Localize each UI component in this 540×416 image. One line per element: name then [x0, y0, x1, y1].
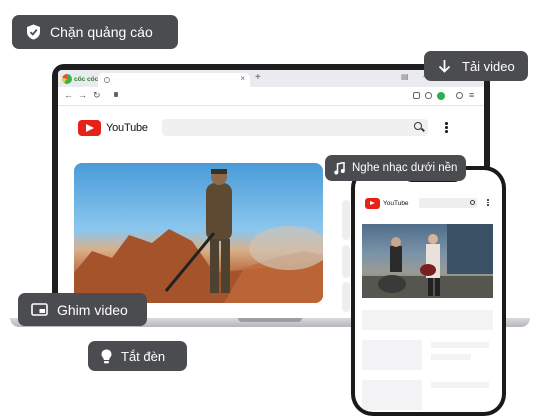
sidebar-card	[342, 200, 350, 240]
more-vertical-icon[interactable]	[487, 199, 489, 207]
content-placeholder	[431, 342, 489, 348]
youtube-play-icon	[78, 120, 101, 136]
youtube-logo[interactable]: YouTube	[78, 120, 148, 136]
lights-off-label: Tắt đèn	[121, 348, 166, 364]
browser-toolbar: ← → ↻ ≡	[58, 87, 484, 106]
lock-icon	[114, 92, 118, 97]
phone-youtube-logo[interactable]: YouTube	[365, 198, 409, 209]
address-bar[interactable]	[114, 91, 404, 101]
coccoc-logo-icon	[62, 74, 72, 84]
block-ads-badge[interactable]: Chặn quảng cáo	[12, 15, 178, 49]
content-placeholder	[362, 380, 422, 410]
adblock-shield-icon[interactable]	[425, 92, 432, 99]
laptop-base-notch	[238, 318, 302, 322]
brand-name: cốc cốc	[74, 75, 99, 83]
background-music-label: Nghe nhạc dưới nền	[352, 162, 458, 174]
reload-icon[interactable]: ↻	[93, 90, 101, 101]
youtube-play-icon	[365, 198, 380, 209]
picture-in-picture-icon	[31, 303, 48, 316]
forward-icon[interactable]: →	[78, 90, 87, 100]
lightbulb-icon	[101, 349, 112, 363]
profile-icon[interactable]	[456, 92, 463, 99]
content-placeholder	[431, 354, 471, 360]
phone-video-player[interactable]	[362, 224, 493, 298]
bookmark-icon[interactable]	[413, 92, 420, 99]
soldier-scene-illustration	[74, 169, 323, 303]
sidebar-card	[342, 282, 350, 312]
background-music-badge[interactable]: Nghe nhạc dưới nền	[325, 155, 466, 181]
shield-icon	[27, 24, 40, 40]
tab-close-icon[interactable]: ×	[240, 74, 245, 83]
more-vertical-icon[interactable]	[445, 122, 448, 134]
content-placeholder	[362, 340, 422, 370]
content-placeholder	[362, 310, 493, 330]
pin-video-label: Ghim video	[57, 301, 128, 318]
search-icon[interactable]	[470, 200, 475, 205]
music-note-icon	[334, 161, 345, 174]
band-performance-illustration	[362, 224, 493, 298]
lights-off-badge[interactable]: Tắt đèn	[88, 341, 187, 371]
phone-screen: YouTube	[355, 170, 502, 412]
back-icon[interactable]: ←	[64, 90, 73, 100]
browser-menu-icon[interactable]: ≡	[469, 90, 474, 100]
new-tab-button[interactable]: +	[255, 72, 261, 83]
phone-youtube-logo-text: YouTube	[383, 200, 409, 207]
search-icon[interactable]	[414, 122, 422, 130]
tab-favicon-icon	[104, 77, 110, 83]
pin-video-badge[interactable]: Ghim video	[18, 293, 147, 326]
video-thumbnail[interactable]	[74, 163, 323, 303]
window-menu-icon[interactable]: ▤	[401, 72, 409, 81]
block-ads-label: Chặn quảng cáo	[50, 24, 153, 40]
content-placeholder	[431, 382, 489, 388]
coccoc-brand[interactable]: cốc cốc	[62, 73, 98, 85]
download-video-label: Tải video	[462, 58, 515, 74]
download-extension-icon[interactable]	[437, 92, 445, 100]
browser-tab[interactable]: ×	[98, 73, 250, 87]
sidebar-card	[342, 245, 350, 278]
youtube-logo-text: YouTube	[106, 122, 148, 134]
download-video-badge[interactable]: Tải video	[424, 51, 528, 81]
youtube-search-input[interactable]	[162, 119, 428, 136]
phone-search-input[interactable]	[419, 198, 477, 208]
tab-bar: cốc cốc × + ▤ – □ ×	[58, 70, 484, 87]
download-arrow-icon	[438, 60, 451, 73]
